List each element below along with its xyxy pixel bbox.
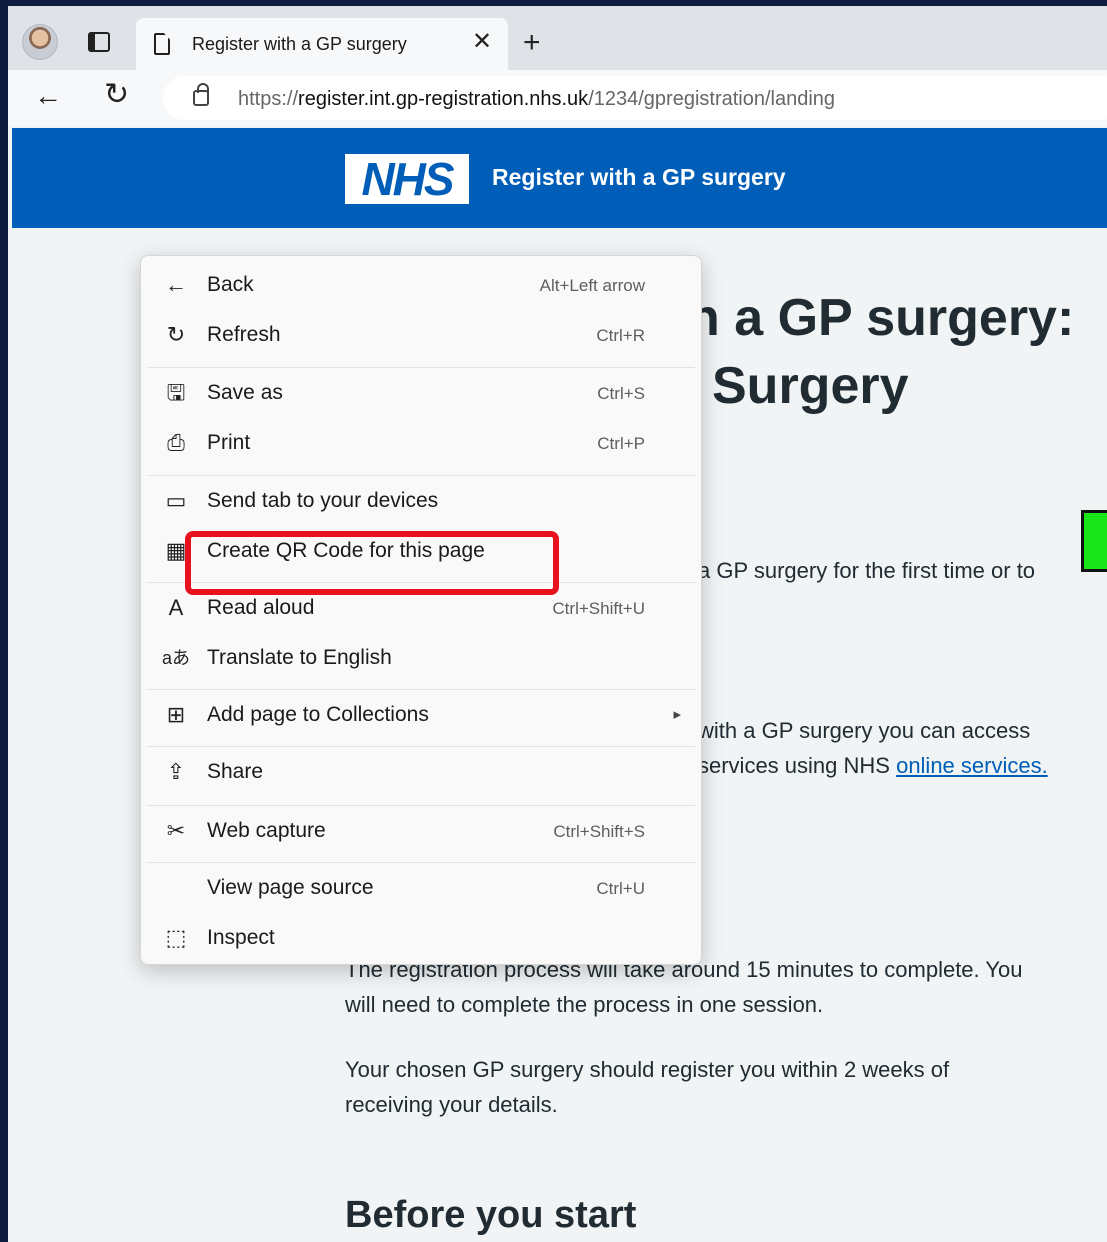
register-time-line-1: Your chosen GP surgery should register y… — [345, 1057, 950, 1082]
new-tab-button[interactable]: + — [523, 28, 541, 58]
menu-item-shortcut: Alt+Left arrow — [539, 276, 645, 295]
url-text[interactable]: https://register.int.gp-registration.nhs… — [238, 88, 835, 111]
menu-divider — [147, 746, 695, 747]
menu-item-label: Share — [207, 760, 264, 783]
print-icon: ⎙ — [167, 430, 185, 455]
page-icon — [154, 33, 170, 55]
menu-item-label: Add page to Collections — [207, 703, 429, 726]
page-title-line-2: Surgery — [712, 357, 909, 415]
back-button[interactable]: ← — [34, 82, 62, 110]
online-services-line-2: services using NHS online services. — [698, 748, 1048, 783]
process-time-line-2: will need to complete the process in one… — [345, 992, 824, 1017]
online-services-link[interactable]: online services. — [896, 753, 1048, 778]
menu-item-back[interactable]: ← Back Alt+Left arrow — [141, 262, 701, 308]
menu-item-label: Translate to English — [207, 646, 392, 669]
intro-paragraph: a GP surgery for the first time or to — [698, 558, 1036, 583]
menu-item-print[interactable]: ⎙ Print Ctrl+P — [141, 420, 701, 466]
translate-icon: aあ — [161, 648, 190, 668]
tab-title: Register with a GP surgery — [192, 34, 407, 54]
menu-item-shortcut: Ctrl+Shift+S — [553, 822, 645, 841]
devices-icon: ▭ — [165, 488, 187, 513]
service-name[interactable]: Register with a GP surgery — [492, 164, 786, 191]
save-icon: 🖫 — [166, 380, 186, 405]
menu-item-inspect[interactable]: ⬚ Inspect — [141, 915, 701, 961]
nhs-header: NHS Register with a GP surgery — [12, 128, 1107, 228]
page-title-line-1: n a GP surgery: — [688, 289, 1075, 347]
menu-item-label: Inspect — [207, 926, 275, 949]
menu-item-shortcut: Ctrl+Shift+U — [552, 599, 645, 618]
menu-item-translate[interactable]: aあ Translate to English — [141, 635, 701, 681]
url-path: /1234/gpregistration/landing — [588, 88, 836, 110]
menu-item-shortcut: Ctrl+S — [597, 384, 645, 403]
menu-divider — [147, 689, 695, 690]
menu-item-view-source[interactable]: View page source Ctrl+U — [141, 865, 701, 911]
tab-actions-icon[interactable] — [88, 32, 110, 52]
menu-divider — [147, 475, 695, 476]
web-capture-icon: ✂ — [166, 818, 186, 843]
menu-item-label: Refresh — [207, 323, 281, 346]
active-tab[interactable]: Register with a GP surgery ✕ — [136, 18, 508, 70]
menu-item-label: Web capture — [207, 819, 326, 842]
refresh-button[interactable]: ↻ — [104, 80, 129, 110]
inspect-icon: ⬚ — [165, 925, 187, 950]
menu-item-label: Print — [207, 431, 251, 454]
menu-item-web-capture[interactable]: ✂ Web capture Ctrl+Shift+S — [141, 808, 701, 854]
context-menu: ← Back Alt+Left arrow ↻ Refresh Ctrl+R 🖫… — [140, 255, 702, 965]
menu-item-send-tab[interactable]: ▭ Send tab to your devices — [141, 478, 701, 524]
address-toolbar: ← ↻ https://register.int.gp-registration… — [8, 70, 1107, 126]
address-bar[interactable]: https://register.int.gp-registration.nhs… — [163, 76, 1107, 120]
menu-item-label: Back — [207, 273, 254, 296]
green-marker — [1081, 510, 1107, 572]
menu-divider — [147, 862, 695, 863]
menu-divider — [147, 367, 695, 368]
collections-icon: ⊞ — [166, 702, 186, 727]
back-arrow-icon: ← — [165, 272, 187, 297]
lock-icon[interactable] — [193, 83, 209, 106]
menu-item-share[interactable]: ⇪ Share — [141, 749, 701, 795]
profile-avatar[interactable] — [22, 24, 58, 60]
share-icon: ⇪ — [166, 759, 186, 784]
close-tab-icon[interactable]: ✕ — [472, 30, 492, 54]
nhs-logo[interactable]: NHS — [345, 154, 469, 204]
submenu-arrow-icon: ▸ — [673, 706, 681, 723]
before-you-start-heading: Before you start — [345, 1194, 637, 1236]
url-prefix: https:// — [238, 88, 299, 110]
register-time-line-2: receiving your details. — [345, 1092, 558, 1117]
refresh-icon: ↻ — [166, 322, 186, 347]
menu-item-save-as[interactable]: 🖫 Save as Ctrl+S — [141, 370, 701, 416]
menu-item-shortcut: Ctrl+R — [596, 326, 645, 345]
read-aloud-icon: A — [168, 595, 184, 620]
tab-strip: Register with a GP surgery ✕ + — [8, 6, 1107, 70]
menu-divider — [147, 805, 695, 806]
menu-item-label: Read aloud — [207, 596, 315, 619]
menu-item-label: Save as — [207, 381, 283, 404]
qr-highlight-box — [185, 531, 559, 595]
menu-item-add-to-collections[interactable]: ⊞ Add page to Collections ▸ — [141, 692, 701, 738]
url-host: register.int.gp-registration.nhs.uk — [298, 88, 589, 110]
menu-item-shortcut: Ctrl+P — [597, 434, 645, 453]
menu-item-label: View page source — [207, 876, 374, 899]
menu-item-refresh[interactable]: ↻ Refresh Ctrl+R — [141, 312, 701, 358]
menu-item-shortcut: Ctrl+U — [596, 879, 645, 898]
online-services-line-1: with a GP surgery you can access — [698, 718, 1031, 743]
browser-window: Register with a GP surgery ✕ + ← ↻ https… — [8, 6, 1107, 1242]
menu-item-label: Send tab to your devices — [207, 489, 439, 512]
online-services-text: services using NHS — [698, 753, 897, 778]
